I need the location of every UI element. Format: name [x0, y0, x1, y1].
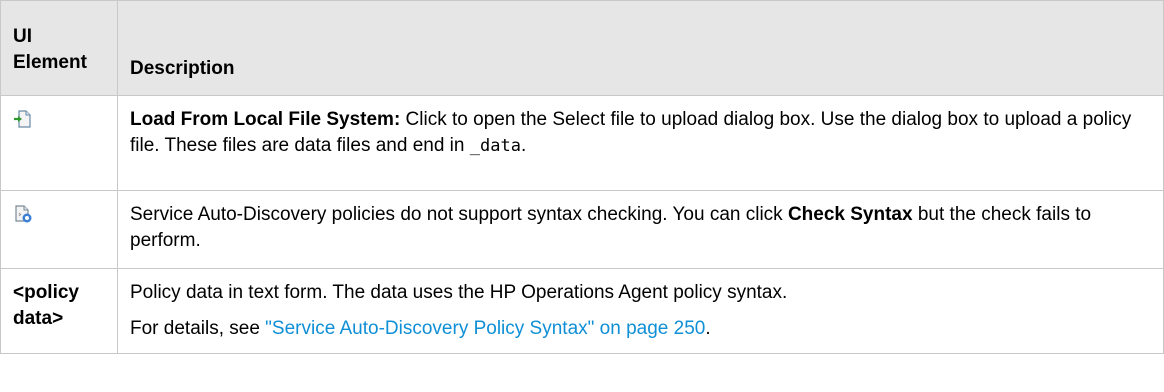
header-ui-line2: Element — [13, 52, 87, 73]
header-ui-element: UI Element — [0, 0, 118, 96]
row-description-cell: Load From Local File System: Click to op… — [117, 95, 1164, 191]
policy-data-label-line1: <policy — [13, 282, 79, 303]
row-bold-label: Check Syntax — [787, 204, 913, 225]
header-description: Description — [117, 0, 1164, 96]
header-ui-line1: UI — [13, 26, 32, 47]
details-prefix: For details, see — [130, 318, 266, 339]
row-text-tail: . — [520, 135, 527, 156]
row-text: Service Auto-Discovery policies do not s… — [130, 204, 788, 225]
row-code: _data — [469, 136, 521, 156]
row-paragraph: Policy data in text form. The data uses … — [130, 282, 788, 303]
row-icon-cell — [0, 190, 118, 269]
row-description-cell: Policy data in text form. The data uses … — [117, 268, 1164, 354]
row-icon-cell — [0, 95, 118, 191]
policy-data-label-line2: data> — [13, 308, 64, 329]
policy-syntax-link[interactable]: "Service Auto-Discovery Policy Syntax" o… — [265, 318, 705, 339]
load-from-file-icon — [13, 109, 33, 129]
ui-elements-table: UI Element Description Load From Local Fi… — [0, 0, 1164, 354]
row-description-cell: Service Auto-Discovery policies do not s… — [117, 190, 1164, 269]
row-paragraph-details: For details, see "Service Auto-Discovery… — [130, 316, 1163, 342]
details-suffix: . — [705, 318, 711, 339]
row-element-cell: <policy data> — [0, 268, 118, 354]
table-row: Load From Local File System: Click to op… — [0, 95, 1164, 191]
table-row: Service Auto-Discovery policies do not s… — [0, 190, 1164, 269]
row-bold-label: Load From Local File System: — [130, 109, 401, 130]
table-header-row: UI Element Description — [0, 0, 1164, 96]
check-syntax-icon — [13, 204, 33, 224]
table-row: <policy data> Policy data in text form. T… — [0, 268, 1164, 354]
